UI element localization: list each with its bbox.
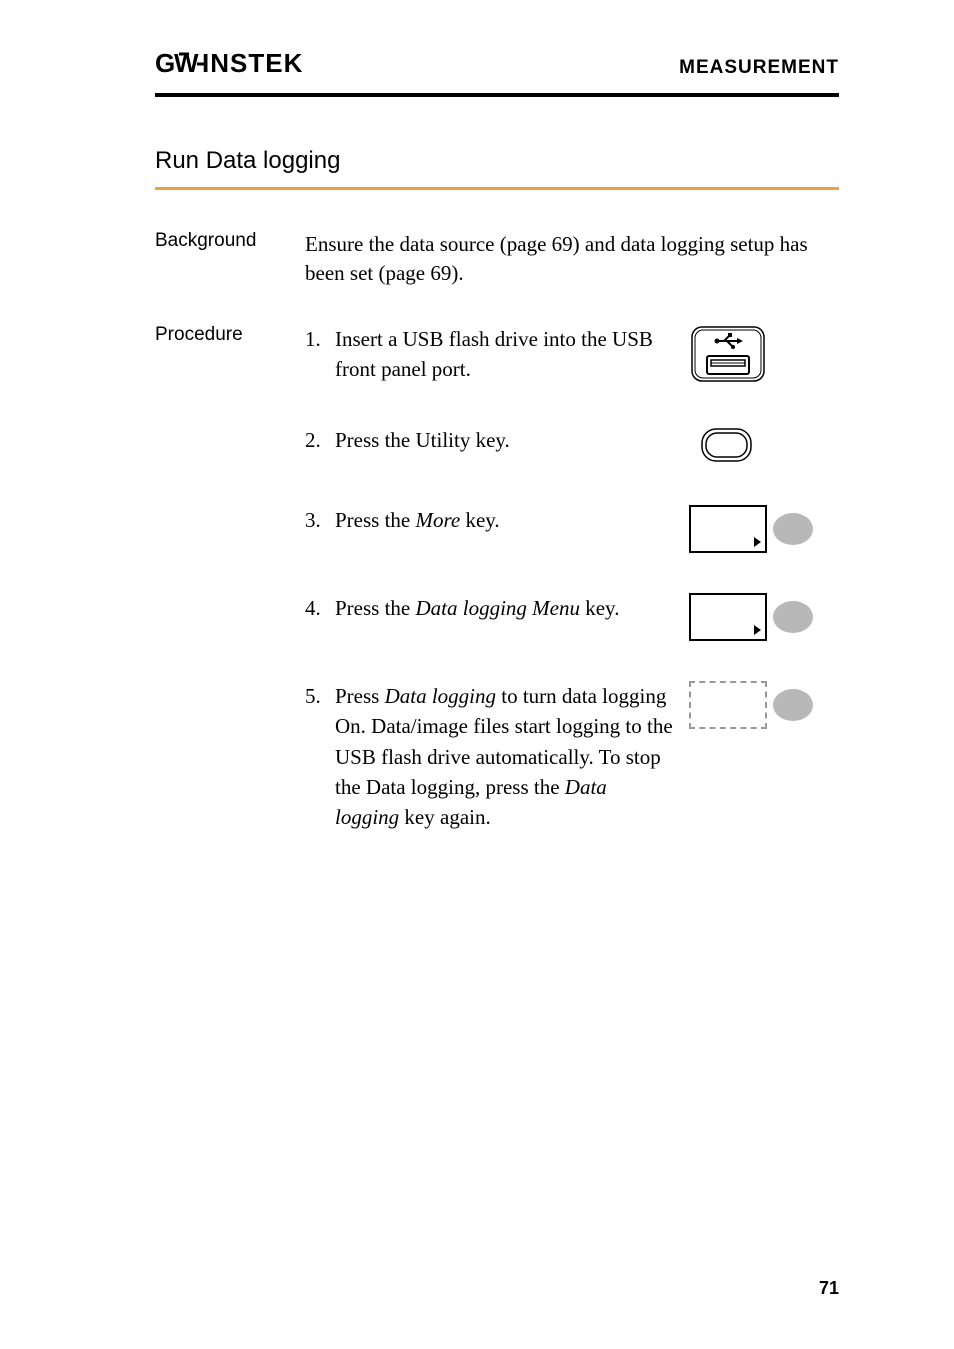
step-3-before: Press the xyxy=(335,508,416,532)
step-4-number: 4. xyxy=(305,593,335,623)
softkey-arrow-icon xyxy=(754,537,761,547)
step-4-text: 4. Press the Data logging Menu key. xyxy=(305,593,689,623)
section-title: Run Data logging xyxy=(155,147,839,190)
softkey-more-group xyxy=(689,505,813,553)
step-2-body: Press the Utility key. xyxy=(335,425,674,455)
procedure-step-4: 4. Press the Data logging Menu key. xyxy=(305,593,839,641)
step-4-body: Press the Data logging Menu key. xyxy=(335,593,674,623)
step-3-number: 3. xyxy=(305,505,335,535)
page-number: 71 xyxy=(819,1278,839,1299)
step-3-italic: More xyxy=(416,508,461,532)
background-label: Background xyxy=(155,230,305,289)
step-5-body: Press Data logging to turn data logging … xyxy=(335,681,674,833)
page-header: G W INSTEK MEASUREMENT xyxy=(155,50,839,97)
step-2-text: 2. Press the Utility key. xyxy=(305,425,689,455)
usb-port-icon xyxy=(689,324,767,384)
softkey-button-icon xyxy=(773,689,813,721)
softkey-more-box xyxy=(689,505,767,553)
procedure-step-3: 3. Press the More key. xyxy=(305,505,839,553)
softkey-button-icon xyxy=(773,601,813,633)
header-section-title: MEASUREMENT xyxy=(679,57,839,79)
step-5-before: Press xyxy=(335,684,385,708)
background-row: Background Ensure the data source (page … xyxy=(155,230,839,289)
utility-key-icon xyxy=(699,425,754,465)
step-2-icon-col xyxy=(689,425,839,465)
svg-text:G: G xyxy=(155,50,175,78)
step-1-body: Insert a USB flash drive into the USB fr… xyxy=(335,324,674,385)
step-3-text: 3. Press the More key. xyxy=(305,505,689,535)
step-2-number: 2. xyxy=(305,425,335,455)
step-1-icon-col xyxy=(689,324,839,384)
background-text: Ensure the data source (page 69) and dat… xyxy=(305,230,839,289)
step-5-number: 5. xyxy=(305,681,335,833)
softkey-arrow-icon xyxy=(754,625,761,635)
step-1-text: 1. Insert a USB flash drive into the USB… xyxy=(305,324,689,385)
step-3-body: Press the More key. xyxy=(335,505,674,535)
brand-logo: G W INSTEK xyxy=(155,50,315,85)
procedure-step-1: 1. Insert a USB flash drive into the USB… xyxy=(305,324,839,385)
step-4-before: Press the xyxy=(335,596,416,620)
step-4-after: key. xyxy=(580,596,619,620)
step-4-italic: Data logging Menu xyxy=(416,596,580,620)
procedure-step-2: 2. Press the Utility key. xyxy=(305,425,839,465)
procedure-label: Procedure xyxy=(155,324,305,873)
softkey-button-icon xyxy=(773,513,813,545)
step-3-after: key. xyxy=(460,508,499,532)
step-5-italic1: Data logging xyxy=(385,684,496,708)
procedure-row: Procedure 1. Insert a USB flash drive in… xyxy=(155,324,839,873)
procedure-content: 1. Insert a USB flash drive into the USB… xyxy=(305,324,839,873)
step-5-after: key again. xyxy=(399,805,491,829)
softkey-datalogging-box xyxy=(689,681,767,729)
step-4-icon-col xyxy=(689,593,839,641)
step-5-text: 5. Press Data logging to turn data loggi… xyxy=(305,681,689,833)
step-3-icon-col xyxy=(689,505,839,553)
softkey-datalogging-menu-box xyxy=(689,593,767,641)
softkey-datalogging-menu-group xyxy=(689,593,813,641)
softkey-datalogging-group xyxy=(689,681,813,729)
step-1-number: 1. xyxy=(305,324,335,385)
procedure-step-5: 5. Press Data logging to turn data loggi… xyxy=(305,681,839,833)
step-5-icon-col xyxy=(689,681,839,729)
svg-text:INSTEK: INSTEK xyxy=(202,50,303,78)
